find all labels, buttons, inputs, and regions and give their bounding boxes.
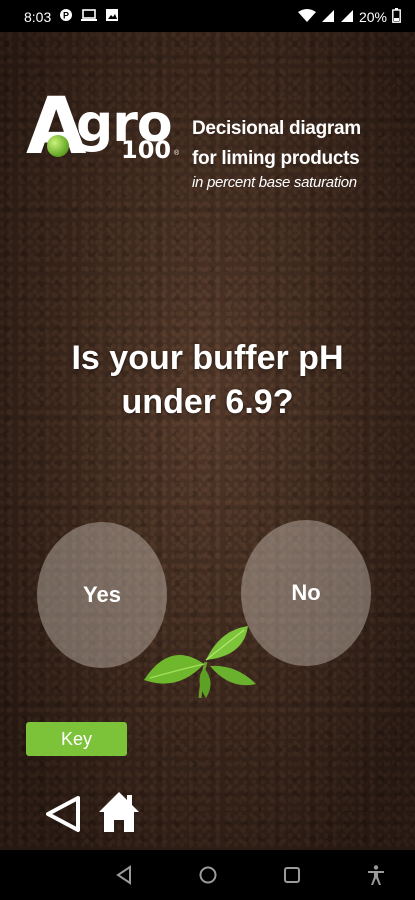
sprout-icon [144,626,256,699]
back-triangle-icon[interactable] [44,794,84,834]
svg-text:P: P [63,11,69,21]
battery-percent: 20% [358,9,387,25]
accessibility-icon[interactable] [365,864,387,886]
status-time: 8:03 [24,8,52,25]
system-nav-bar [0,850,415,900]
home-icon[interactable] [98,790,140,834]
logo-number: 100 [121,136,172,164]
logo-ball-icon [47,135,69,157]
status-left: 8:03 P [24,8,119,25]
question-line-2: under 6.9? [121,383,294,421]
no-button[interactable]: No [241,520,371,666]
image-icon [105,8,119,25]
back-icon[interactable] [113,864,135,886]
signal-icon [321,9,335,26]
title-line-1: Decisional diagram [192,118,361,139]
logo-registered-mark: ® [174,150,180,157]
status-right: 20% [297,8,401,26]
laptop-icon [81,8,98,25]
battery-icon [392,8,401,26]
home-circle-icon[interactable] [197,864,219,886]
app-header: A gro 100 ® Decisional diagram for limin… [24,82,394,198]
title-subtitle: in percent base saturation [192,174,357,191]
title-line-2: for liming products [192,148,360,169]
signal-icon [340,9,354,26]
key-button[interactable]: Key [26,722,127,756]
agro100-logo: A gro 100 ® [24,82,184,172]
recents-square-icon[interactable] [281,864,303,886]
app-title: Decisional diagram for liming products i… [192,114,361,192]
question-text: Is your buffer pH under 6.9? [0,336,415,424]
app-icon: P [59,8,73,25]
question-line-1: Is your buffer pH [71,339,344,377]
wifi-icon [297,8,316,26]
status-bar: 8:03 P 20% [0,0,415,32]
